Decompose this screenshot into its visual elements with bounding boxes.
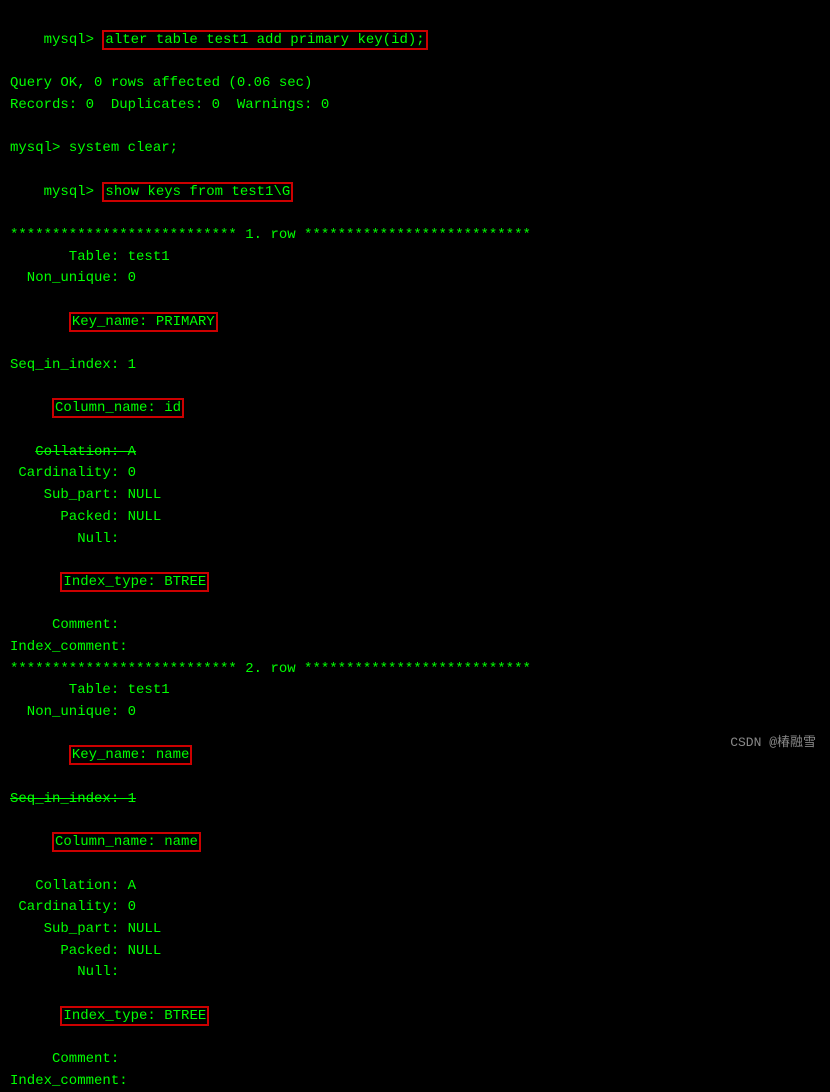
line-indexcomment1: Index_comment: (10, 637, 820, 659)
line-blank (10, 116, 820, 138)
line-seqindex2: Seq_in_index: 1 (10, 789, 820, 811)
line-nonunique2: Non_unique: 0 (10, 702, 820, 724)
cmd-highlight-2: show keys from test1\G (102, 182, 293, 202)
line-table2: Table: test1 (10, 680, 820, 702)
watermark: CSDN @椿融雪 (730, 731, 816, 750)
line-indextype1: Index_type: BTREE (10, 550, 820, 615)
line-indextype2: Index_type: BTREE (10, 984, 820, 1049)
line-2: Query OK, 0 rows affected (0.06 sec) (10, 73, 820, 95)
line-keyname2: Key_name: name (10, 724, 820, 789)
line-collation1: Collation: A (10, 442, 820, 464)
line-comment1: Comment: (10, 615, 820, 637)
line-keyname1: Key_name: PRIMARY (10, 290, 820, 355)
line-cardinality1: Cardinality: 0 (10, 463, 820, 485)
indextype-highlight-2: Index_type: BTREE (60, 1006, 209, 1026)
line-null2: Null: (10, 962, 820, 984)
line-nonunique1: Non_unique: 0 (10, 268, 820, 290)
cmd-highlight-1: alter table test1 add primary key(id); (102, 30, 427, 50)
line-subpart2: Sub_part: NULL (10, 919, 820, 941)
line-packed1: Packed: NULL (10, 507, 820, 529)
line-seqindex1: Seq_in_index: 1 (10, 355, 820, 377)
colname-highlight-1: Column_name: id (52, 398, 184, 418)
line-subpart1: Sub_part: NULL (10, 485, 820, 507)
keyname-highlight-1: Key_name: PRIMARY (69, 312, 218, 332)
line-comment2: Comment: (10, 1049, 820, 1071)
line-colname2: Column_name: name (10, 810, 820, 875)
line-packed2: Packed: NULL (10, 941, 820, 963)
line-collation2: Collation: A (10, 876, 820, 898)
keyname-highlight-2: Key_name: name (69, 745, 193, 765)
colname-highlight-2: Column_name: name (52, 832, 201, 852)
line-3: Records: 0 Duplicates: 0 Warnings: 0 (10, 95, 820, 117)
line-table1: Table: test1 (10, 247, 820, 269)
prompt-1: mysql> (44, 32, 103, 48)
line-indexcomment2: Index_comment: (10, 1071, 820, 1092)
line-7: *************************** 1. row *****… (10, 225, 820, 247)
line-row2-sep: *************************** 2. row *****… (10, 659, 820, 681)
line-1: mysql> alter table test1 add primary key… (10, 8, 820, 73)
line-6: mysql> show keys from test1\G (10, 160, 820, 225)
line-null1: Null: (10, 529, 820, 551)
line-colname1: Column_name: id (10, 377, 820, 442)
indextype-highlight-1: Index_type: BTREE (60, 572, 209, 592)
prompt-6: mysql> (44, 184, 103, 200)
terminal: mysql> alter table test1 add primary key… (0, 0, 830, 760)
line-5: mysql> system clear; (10, 138, 820, 160)
line-cardinality2: Cardinality: 0 (10, 897, 820, 919)
